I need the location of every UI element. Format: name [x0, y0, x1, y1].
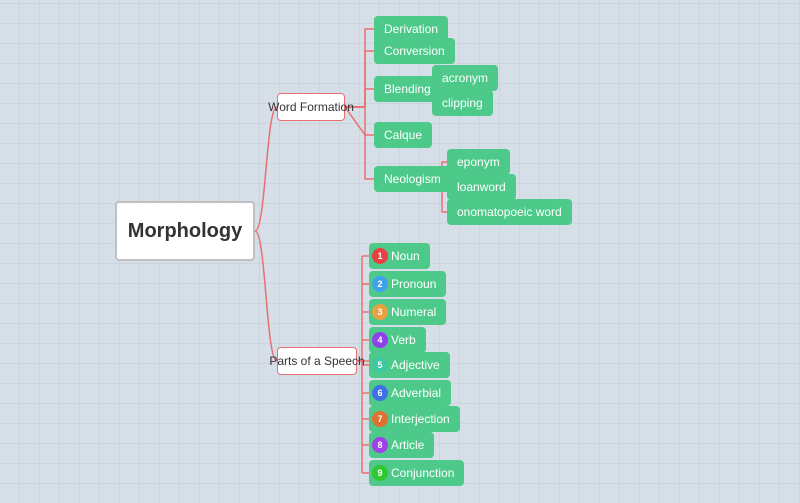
- speech-adverbial: 6 Adverbial: [369, 380, 451, 406]
- leaf-conversion-label: Conversion: [384, 44, 445, 58]
- speech-noun: 1 Noun: [369, 243, 430, 269]
- speech-adjective: 5 Adjective: [369, 352, 450, 378]
- speech-article: 8 Article: [369, 432, 434, 458]
- speech-verb-label: Verb: [391, 333, 416, 347]
- speech-verb: 4 Verb: [369, 327, 426, 353]
- leaf-conversion: Conversion: [374, 38, 455, 64]
- leaf-blending: Blending: [374, 76, 441, 102]
- leaf-eponym: eponym: [447, 149, 510, 175]
- branch-parts-of-speech: Parts of a Speech: [277, 347, 357, 375]
- leaf-neologism: Neologism: [374, 166, 451, 192]
- speech-pronoun: 2 Pronoun: [369, 271, 446, 297]
- leaf-loanword-label: loanword: [457, 180, 506, 194]
- leaf-loanword: loanword: [447, 174, 516, 200]
- speech-pronoun-label: Pronoun: [391, 277, 436, 291]
- leaf-acronym: acronym: [432, 65, 498, 91]
- speech-interjection-label: Interjection: [391, 412, 450, 426]
- speech-adjective-label: Adjective: [391, 358, 440, 372]
- leaf-clipping: clipping: [432, 90, 493, 116]
- branch-parts-of-speech-label: Parts of a Speech: [269, 354, 364, 368]
- leaf-blending-label: Blending: [384, 82, 431, 96]
- speech-article-label: Article: [391, 438, 424, 452]
- speech-conjunction: 9 Conjunction: [369, 460, 464, 486]
- speech-noun-label: Noun: [391, 249, 420, 263]
- speech-numeral-label: Numeral: [391, 305, 436, 319]
- leaf-derivation-label: Derivation: [384, 22, 438, 36]
- leaf-onomatopoeic-label: onomatopoeic word: [457, 205, 562, 219]
- root-node: Morphology: [115, 201, 255, 261]
- leaf-eponym-label: eponym: [457, 155, 500, 169]
- leaf-neologism-label: Neologism: [384, 172, 441, 186]
- leaf-acronym-label: acronym: [442, 71, 488, 85]
- speech-interjection: 7 Interjection: [369, 406, 460, 432]
- leaf-calque-label: Calque: [384, 128, 422, 142]
- leaf-clipping-label: clipping: [442, 96, 483, 110]
- branch-word-formation: Word Formation: [277, 93, 345, 121]
- branch-word-formation-label: Word Formation: [268, 100, 354, 114]
- leaf-calque: Calque: [374, 122, 432, 148]
- speech-conjunction-label: Conjunction: [391, 466, 454, 480]
- root-label: Morphology: [128, 220, 242, 243]
- leaf-onomatopoeic: onomatopoeic word: [447, 199, 572, 225]
- speech-adverbial-label: Adverbial: [391, 386, 441, 400]
- speech-numeral: 3 Numeral: [369, 299, 446, 325]
